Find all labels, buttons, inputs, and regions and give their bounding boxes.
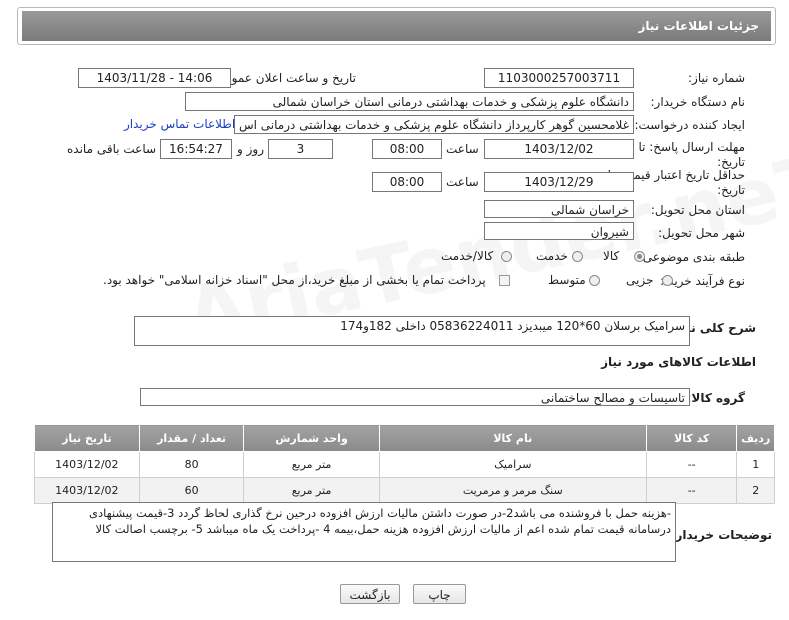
announce-datetime-field: 1403/11/28 - 14:06: [78, 68, 231, 88]
buyer-org-field: دانشگاه علوم پزشکی و خدمات بهداشتی درمان…: [185, 92, 634, 111]
purchase-radio-minor[interactable]: [662, 275, 673, 286]
purchase-option-minor: جزیی: [626, 273, 654, 287]
goods-table: ردیف کد کالا نام کالا واحد شمارش تعداد /…: [34, 424, 775, 504]
buyer-contact-link[interactable]: اطلاعات تماس خریدار: [124, 117, 235, 131]
send-deadline-label: مهلت ارسال پاسخ: تا: [638, 140, 745, 154]
purchase-radio-medium[interactable]: [589, 275, 600, 286]
price-validity-date-label: تاریخ:: [717, 183, 745, 197]
send-deadline-time-label: ساعت: [446, 142, 479, 156]
cell-qty: 80: [138, 451, 245, 478]
category-label: طبقه بندی موضوعی:: [638, 250, 745, 264]
cell-unit: متر مربع: [243, 477, 380, 504]
cell-code: --: [645, 451, 738, 478]
category-option-service: خدمت: [536, 249, 568, 263]
back-button[interactable]: بازگشت: [340, 584, 400, 604]
description-field: سرامیک برسلان 60*120 میبدیزد 05836224011…: [134, 316, 690, 346]
buyer-notes-field: -هزینه حمل با فروشنده می باشد2-در صورت د…: [52, 502, 676, 562]
col-header-name: نام کالا: [378, 424, 647, 452]
page-title: جزئیات اطلاعات نیاز: [22, 11, 771, 41]
cell-unit: متر مربع: [243, 451, 380, 478]
remaining-time-field: 16:54:27: [160, 139, 232, 159]
print-button[interactable]: چاپ: [413, 584, 466, 604]
col-header-row: ردیف: [736, 424, 775, 452]
requester-field: غلامحسین گوهر کارپرداز دانشگاه علوم پزشک…: [234, 115, 634, 134]
goods-info-title: اطلاعات کالاهای مورد نیاز: [601, 355, 756, 369]
cell-date: 1403/12/02: [34, 451, 140, 478]
need-number-field: 1103000257003711: [484, 68, 634, 88]
panel-header-frame: جزئیات اطلاعات نیاز: [17, 7, 776, 45]
table-row: 2 -- سنگ مرمر و مرمریت متر مربع 60 1403/…: [34, 477, 775, 504]
col-header-date: تاریخ نیاز: [34, 424, 140, 452]
category-radio-goods[interactable]: [634, 251, 645, 262]
col-header-code: کد کالا: [645, 424, 738, 452]
need-number-label: شماره نیاز:: [688, 71, 745, 85]
col-header-qty: تعداد / مقدار: [138, 424, 245, 452]
treasury-payment-note: پرداخت تمام یا بخشی از مبلغ خرید،از محل …: [103, 273, 486, 287]
delivery-city-field: شیروان: [484, 222, 634, 240]
send-deadline-date-field: 1403/12/02: [484, 139, 634, 159]
price-validity-time-label: ساعت: [446, 175, 479, 189]
cell-qty: 60: [138, 477, 245, 504]
delivery-province-label: استان محل تحویل:: [650, 203, 745, 217]
cell-row: 1: [736, 451, 775, 478]
send-deadline-date-label: تاریخ:: [717, 155, 745, 169]
buyer-notes-label: توضیحات خریدار:: [670, 528, 772, 542]
goods-group-label: گروه کالا:: [686, 391, 745, 405]
category-option-goods: کالا: [603, 249, 620, 263]
col-header-unit: واحد شمارش: [243, 424, 380, 452]
cell-code: --: [645, 477, 738, 504]
delivery-province-field: خراسان شمالی: [484, 200, 634, 218]
purchase-option-medium: متوسط: [548, 273, 586, 287]
table-header-row: ردیف کد کالا نام کالا واحد شمارش تعداد /…: [34, 424, 775, 452]
cell-name: سرامیک: [378, 451, 647, 478]
goods-group-field: تاسیسات و مصالح ساختمانی: [140, 388, 690, 406]
cell-date: 1403/12/02: [34, 477, 140, 504]
announce-datetime-label: تاریخ و ساعت اعلان عمومی:: [211, 71, 356, 85]
send-deadline-time-field: 08:00: [372, 139, 442, 159]
treasury-payment-checkbox[interactable]: [499, 275, 510, 286]
price-validity-date-field: 1403/12/29: [484, 172, 634, 192]
days-remaining-field: 3: [268, 139, 333, 159]
requester-label: ایجاد کننده درخواست:: [634, 118, 745, 132]
cell-row: 2: [736, 477, 775, 504]
table-row: 1 -- سرامیک متر مربع 80 1403/12/02: [34, 451, 775, 478]
remaining-time-label: ساعت باقی مانده: [67, 142, 157, 156]
category-radio-goods-service[interactable]: [501, 251, 512, 262]
price-validity-time-field: 08:00: [372, 172, 442, 192]
buyer-org-label: نام دستگاه خریدار:: [650, 95, 746, 109]
category-option-goods-service: کالا/خدمت: [441, 249, 494, 263]
category-radio-service[interactable]: [572, 251, 583, 262]
delivery-city-label: شهر محل تحویل:: [658, 226, 745, 240]
cell-name: سنگ مرمر و مرمریت: [378, 477, 647, 504]
days-label: روز و: [237, 142, 264, 156]
